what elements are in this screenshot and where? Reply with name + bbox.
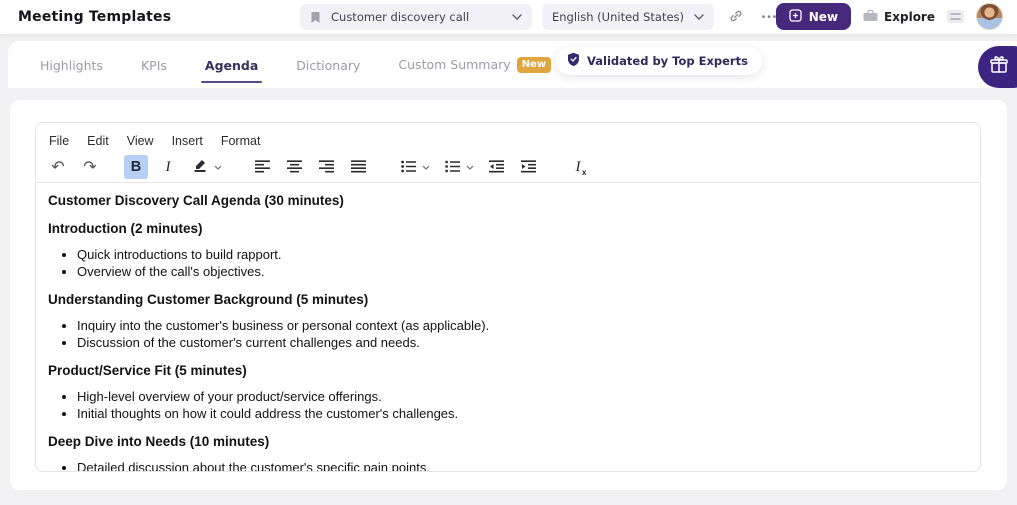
bullet-item: Initial thoughts on how it could address… <box>77 405 966 422</box>
template-selector[interactable]: Customer discovery call <box>300 4 532 30</box>
rich-text-editor: File Edit View Insert Format ↶ ↷ B I <box>35 122 981 472</box>
align-center-button[interactable] <box>282 155 306 179</box>
bold-icon: B <box>131 159 141 175</box>
clear-formatting-button[interactable]: Ix <box>566 155 590 179</box>
bullet-list-button[interactable] <box>396 155 420 179</box>
section-bullet-list: Detailed discussion about the customer's… <box>48 459 966 471</box>
tab-highlights[interactable]: Highlights <box>40 44 103 86</box>
language-selector-value: English (United States) <box>552 10 684 24</box>
language-selector[interactable]: English (United States) <box>542 4 714 30</box>
bullet-list-icon <box>401 158 416 177</box>
rewards-button[interactable] <box>978 46 1017 88</box>
copy-link-button[interactable] <box>724 5 748 29</box>
header-center-controls: Customer discovery call English (United … <box>300 4 782 30</box>
bullet-item: Discussion of the customer's current cha… <box>77 334 966 351</box>
section-heading: Product/Service Fit (5 minutes) <box>48 363 966 379</box>
tabs: Highlights KPIs Agenda Dictionary Custom… <box>40 44 551 86</box>
menu-view[interactable]: View <box>120 132 161 150</box>
section-heading: Understanding Customer Background (5 min… <box>48 292 966 308</box>
validated-badge: Validated by Top Experts <box>556 47 762 75</box>
document-title: Customer Discovery Call Agenda (30 minut… <box>48 193 966 209</box>
bookmark-icon <box>310 11 321 24</box>
template-tabs-bar: Highlights KPIs Agenda Dictionary Custom… <box>8 41 1017 88</box>
section-bullet-list: Quick introductions to build rapport.Ove… <box>48 246 966 280</box>
new-button-label: New <box>809 10 838 24</box>
menu-edit[interactable]: Edit <box>80 132 116 150</box>
user-avatar[interactable] <box>976 3 1003 30</box>
header-right-controls: New Explore <box>776 3 1003 30</box>
document-content[interactable]: Customer Discovery Call Agenda (30 minut… <box>36 183 980 471</box>
align-left-icon <box>255 158 270 177</box>
agenda-panel: File Edit View Insert Format ↶ ↷ B I <box>10 100 1007 490</box>
menu-file[interactable]: File <box>42 132 76 150</box>
tab-custom-summary-label: Custom Summary <box>398 57 510 72</box>
section-bullet-list: Inquiry into the customer's business or … <box>48 317 966 351</box>
tab-dictionary[interactable]: Dictionary <box>296 44 360 86</box>
explore-button-label: Explore <box>884 10 935 24</box>
menu-format[interactable]: Format <box>214 132 268 150</box>
menu-insert[interactable]: Insert <box>165 132 210 150</box>
editor-menubar: File Edit View Insert Format <box>36 123 980 150</box>
outdent-button[interactable] <box>484 155 508 179</box>
editor-toolbar: ↶ ↷ B I <box>36 150 980 182</box>
new-feature-badge: New <box>517 57 551 73</box>
new-button[interactable]: New <box>776 3 851 30</box>
numbered-list-icon <box>445 158 460 177</box>
validated-badge-label: Validated by Top Experts <box>587 54 748 68</box>
justify-icon <box>351 158 366 177</box>
page-title: Meeting Templates <box>18 9 171 25</box>
chevron-down-icon <box>694 14 704 20</box>
indent-icon <box>521 158 536 177</box>
numbered-list-menu[interactable] <box>464 155 476 179</box>
link-icon <box>729 9 743 26</box>
section-heading: Deep Dive into Needs (10 minutes) <box>48 434 966 450</box>
tab-kpis[interactable]: KPIs <box>141 44 167 86</box>
numbered-list-button[interactable] <box>440 155 464 179</box>
redo-button[interactable]: ↷ <box>78 155 102 179</box>
justify-button[interactable] <box>346 155 370 179</box>
shield-check-icon <box>567 52 580 71</box>
section-heading: Introduction (2 minutes) <box>48 221 966 237</box>
align-left-button[interactable] <box>250 155 274 179</box>
tab-agenda[interactable]: Agenda <box>205 44 258 86</box>
bullet-item: High-level overview of your product/serv… <box>77 388 966 405</box>
italic-button[interactable]: I <box>156 155 180 179</box>
explore-button[interactable]: Explore <box>863 3 935 30</box>
top-header: Meeting Templates Customer discovery cal… <box>0 0 1017 34</box>
highlight-color-menu[interactable] <box>212 155 224 179</box>
bullet-item: Inquiry into the customer's business or … <box>77 317 966 334</box>
redo-icon: ↷ <box>83 159 96 175</box>
plus-square-icon <box>789 9 802 25</box>
whats-new-icon[interactable] <box>947 10 964 23</box>
undo-button[interactable]: ↶ <box>46 155 70 179</box>
bold-button[interactable]: B <box>124 155 148 179</box>
clear-formatting-icon: Ix <box>576 159 581 176</box>
indent-button[interactable] <box>516 155 540 179</box>
template-selector-value: Customer discovery call <box>331 10 512 24</box>
bullet-list-menu[interactable] <box>420 155 432 179</box>
tab-custom-summary[interactable]: Custom Summary New <box>398 57 551 73</box>
bullet-item: Quick introductions to build rapport. <box>77 246 966 263</box>
align-right-button[interactable] <box>314 155 338 179</box>
section-bullet-list: High-level overview of your product/serv… <box>48 388 966 422</box>
gift-icon <box>978 54 1010 80</box>
bullet-item: Overview of the call's objectives. <box>77 263 966 280</box>
highlight-color-button[interactable] <box>188 155 212 179</box>
undo-icon: ↶ <box>51 159 64 175</box>
align-right-icon <box>319 158 334 177</box>
align-center-icon <box>287 158 302 177</box>
outdent-icon <box>489 158 504 177</box>
briefcase-icon <box>863 9 878 25</box>
chevron-down-icon <box>512 14 522 20</box>
document-sections: Introduction (2 minutes) Quick introducti… <box>48 221 966 471</box>
highlighter-icon <box>192 157 208 177</box>
italic-icon: I <box>166 159 171 176</box>
bullet-item: Detailed discussion about the customer's… <box>77 459 966 471</box>
